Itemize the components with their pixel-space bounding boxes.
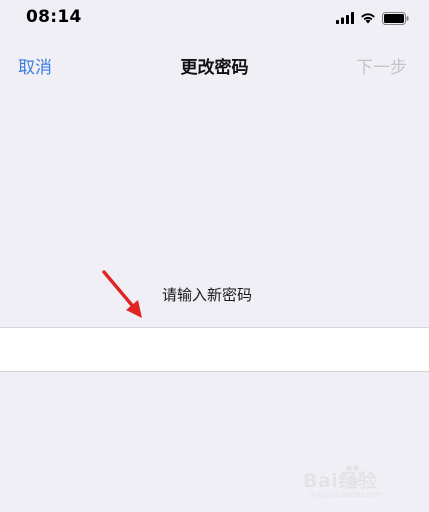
password-prompt-label: 请输入新密码 [162, 286, 253, 304]
status-time: 08:14 [26, 7, 82, 27]
battery-icon [382, 11, 409, 25]
wifi-icon [361, 13, 375, 24]
status-icons [336, 9, 409, 27]
baidu-jingyan-watermark: Bai经验 jingyan.baidu.com [303, 462, 403, 500]
new-password-field[interactable] [0, 327, 429, 372]
watermark-url: jingyan.baidu.com [309, 490, 383, 499]
new-password-input[interactable] [0, 328, 429, 371]
cellular-signal-icon [336, 12, 354, 24]
next-button[interactable]: 下一步 [356, 53, 407, 78]
navigation-bar: 取消 更改密码 下一步 [0, 40, 429, 88]
watermark-brand: Bai经验 [303, 470, 378, 492]
annotation-arrow-icon [102, 270, 142, 318]
status-bar: 08:14 [0, 0, 429, 36]
